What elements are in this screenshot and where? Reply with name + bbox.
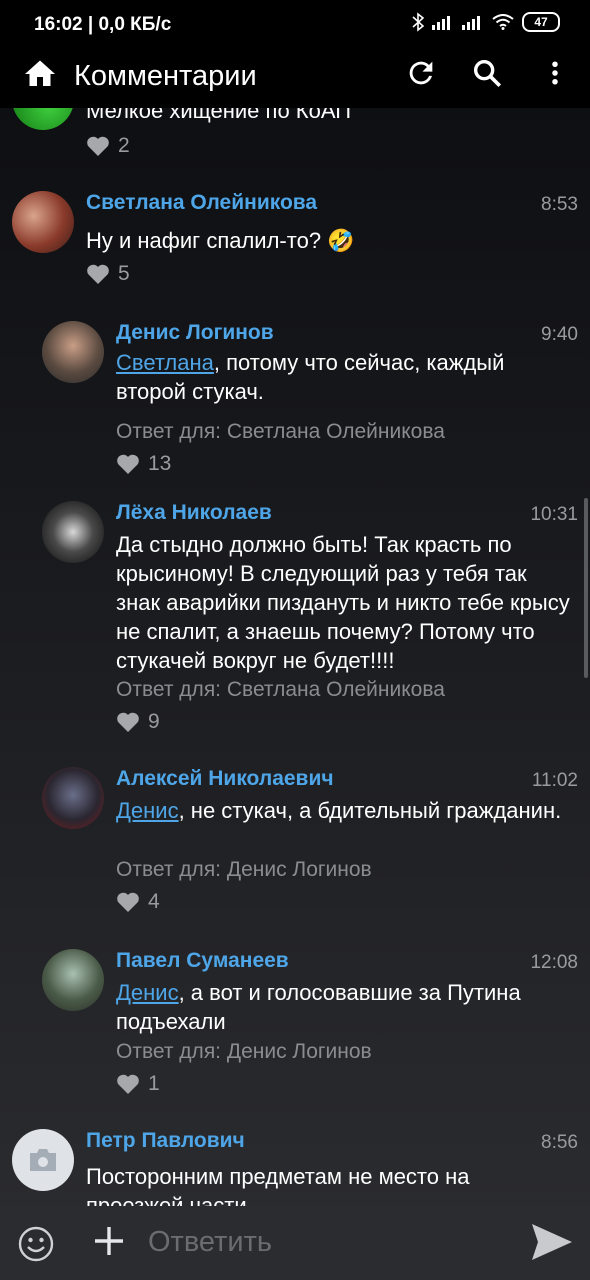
mention-link[interactable]: Светлана	[116, 350, 214, 375]
avatar[interactable]	[42, 767, 104, 829]
app-bar: Комментарии	[0, 52, 590, 108]
mention-link[interactable]: Денис	[116, 798, 179, 823]
bluetooth-icon	[412, 12, 424, 32]
status-bar: 16:02 | 0,0 КБ/с 47	[0, 0, 590, 52]
like-count: 9	[148, 710, 160, 733]
signal-icon-2	[462, 16, 480, 30]
comment-item: Денис Логинов 9:40 Светлана, потому что …	[0, 318, 590, 475]
comment-body: , не стукач, а бдительный гражданин.	[178, 798, 562, 823]
status-icons: 47	[412, 12, 560, 32]
scrollbar[interactable]	[584, 498, 588, 678]
like-count: 2	[118, 134, 130, 157]
send-icon[interactable]	[530, 1222, 574, 1262]
avatar[interactable]	[12, 1129, 74, 1191]
like-count: 5	[118, 262, 130, 285]
like-button[interactable]: 13	[116, 452, 171, 476]
heart-icon	[87, 264, 109, 284]
comment-item: Алексей Николаевич 11:02 Денис, не стука…	[0, 764, 590, 914]
author-name[interactable]: Денис Логинов	[116, 321, 274, 345]
signal-icon	[432, 16, 450, 30]
like-button[interactable]: 4	[116, 890, 160, 914]
author-name[interactable]: Лёха Николаев	[116, 501, 272, 525]
wifi-icon	[492, 14, 514, 30]
comment-time: 10:31	[530, 504, 578, 525]
add-attachment-icon[interactable]	[92, 1224, 126, 1258]
reply-to-label[interactable]: Ответ для: Денис Логинов	[116, 1040, 372, 1064]
avatar[interactable]	[12, 108, 74, 130]
reply-to-label[interactable]: Ответ для: Светлана Олейникова	[116, 678, 445, 702]
heart-icon	[87, 136, 109, 156]
page-title: Комментарии	[74, 60, 257, 92]
more-options-icon[interactable]	[540, 56, 570, 90]
reply-to-label[interactable]: Ответ для: Денис Логинов	[116, 858, 372, 882]
like-button[interactable]: 9	[116, 710, 160, 734]
comment-time: 8:56	[541, 1132, 578, 1153]
home-icon[interactable]	[22, 56, 58, 92]
comment-time: 8:53	[541, 194, 578, 215]
like-button[interactable]: 5	[86, 262, 130, 286]
author-name[interactable]: Светлана Олейникова	[86, 191, 317, 215]
status-time: 16:02 | 0,0 КБ/с	[34, 14, 172, 35]
comment-text: Посторонним предметам не место на проезж…	[86, 1164, 470, 1206]
like-count: 1	[148, 1072, 160, 1095]
comments-list[interactable]: Мелкое хищение по КоАП 2 Светлана Олейни…	[0, 108, 590, 1206]
battery-indicator: 47	[522, 12, 560, 32]
heart-icon	[117, 454, 139, 474]
laughing-emoji-icon: 🤣	[327, 228, 355, 253]
comment-item: Светлана Олейникова 8:53 Ну и нафиг спал…	[0, 188, 590, 298]
comment-text: Да стыдно должно быть! Так красть по кры…	[116, 532, 570, 673]
reply-input[interactable]: Ответить	[148, 1226, 272, 1259]
comment-time: 9:40	[541, 324, 578, 345]
comment-body: Ну и нафиг спалил-то?	[86, 228, 322, 253]
top-bar: 16:02 | 0,0 КБ/с 47 Комментарии	[0, 0, 590, 108]
comment-item: Петр Павлович 8:56 Посторонним предметам…	[0, 1128, 590, 1206]
like-button[interactable]: 2	[86, 134, 130, 158]
heart-icon	[117, 712, 139, 732]
heart-icon	[117, 1074, 139, 1094]
reply-to-label[interactable]: Ответ для: Светлана Олейникова	[116, 420, 445, 444]
comment-item: Мелкое хищение по КоАП 2	[0, 108, 590, 178]
avatar[interactable]	[12, 191, 74, 253]
avatar[interactable]	[42, 949, 104, 1011]
avatar[interactable]	[42, 501, 104, 563]
comment-time: 12:08	[530, 952, 578, 973]
author-name[interactable]: Алексей Николаевич	[116, 767, 334, 791]
like-count: 13	[148, 452, 172, 475]
like-button[interactable]: 1	[116, 1072, 160, 1096]
comment-item: Павел Суманеев 12:08 Денис, а вот и голо…	[0, 946, 590, 1096]
comment-text: Денис, а вот и голосовавшие за Путина по…	[116, 978, 572, 1036]
comment-text: Мелкое хищение по КоАП	[86, 108, 352, 123]
like-count: 4	[148, 890, 160, 913]
author-name[interactable]: Павел Суманеев	[116, 949, 289, 973]
refresh-icon[interactable]	[404, 56, 438, 90]
emoji-icon[interactable]	[18, 1226, 54, 1262]
comment-text: Светлана, потому что сейчас, каждый втор…	[116, 348, 572, 406]
comment-text: Денис, не стукач, а бдительный гражданин…	[116, 796, 572, 825]
comment-text: Ну и нафиг спалил-то? 🤣	[86, 226, 572, 255]
reply-composer: Ответить	[0, 1206, 590, 1280]
mention-link[interactable]: Денис	[116, 980, 179, 1005]
search-icon[interactable]	[470, 56, 504, 90]
avatar[interactable]	[42, 321, 104, 383]
heart-icon	[117, 892, 139, 912]
camera-icon	[30, 1149, 56, 1171]
comment-time: 11:02	[531, 770, 578, 791]
author-name[interactable]: Петр Павлович	[86, 1129, 245, 1153]
comment-item: Лёха Николаев 10:31 Да стыдно должно быт…	[0, 498, 590, 733]
